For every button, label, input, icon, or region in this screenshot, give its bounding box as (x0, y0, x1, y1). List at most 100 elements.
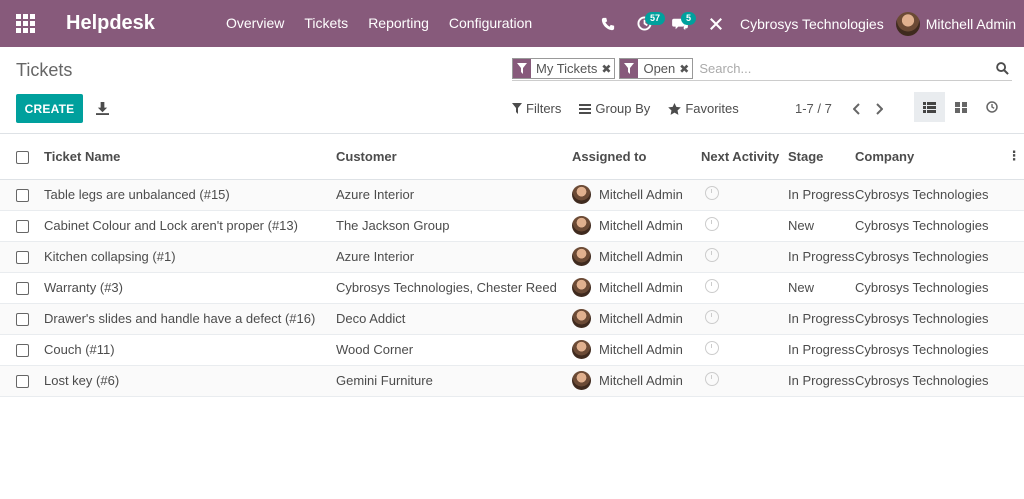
assigned-cell[interactable]: Mitchell Admin (572, 210, 701, 242)
activity-clock-icon[interactable] (705, 341, 719, 355)
search-input[interactable] (697, 58, 992, 79)
menu-item-configuration[interactable]: Configuration (439, 0, 542, 47)
filters-dropdown[interactable]: Filters (512, 101, 561, 116)
stage[interactable]: In Progress (788, 365, 855, 397)
column-ticket-name[interactable]: Ticket Name (44, 134, 336, 180)
customer[interactable]: Cybrosys Technologies, Chester Reed (336, 272, 572, 304)
chevron-right-icon[interactable] (868, 102, 890, 115)
company-switcher[interactable]: Cybrosys Technologies (734, 16, 896, 32)
column-customer[interactable]: Customer (336, 134, 572, 180)
customer[interactable]: Azure Interior (336, 241, 572, 273)
stage[interactable]: In Progress (788, 241, 855, 273)
optional-columns-icon[interactable]: ⋮ (1004, 134, 1024, 180)
stage[interactable]: In Progress (788, 303, 855, 335)
app-title[interactable]: Helpdesk (66, 12, 216, 35)
column-company[interactable]: Company (855, 134, 1004, 180)
phone-icon[interactable] (590, 0, 626, 47)
favorites-dropdown[interactable]: Favorites (668, 101, 739, 116)
menu-item-reporting[interactable]: Reporting (358, 0, 439, 47)
stage[interactable]: New (788, 210, 855, 242)
table-row[interactable]: Cabinet Colour and Lock aren't proper (#… (0, 210, 1024, 242)
download-icon[interactable] (94, 99, 110, 117)
ticket-name[interactable]: Drawer's slides and handle have a defect… (44, 303, 336, 335)
activity-view-icon[interactable] (976, 92, 1007, 122)
customer[interactable]: Azure Interior (336, 179, 572, 211)
facet-value: My Tickets (536, 61, 598, 76)
groupby-dropdown[interactable]: Group By (579, 101, 650, 116)
company[interactable]: Cybrosys Technologies (855, 365, 1004, 397)
pager-value[interactable]: 1-7 / 7 (795, 101, 832, 116)
assigned-cell[interactable]: Mitchell Admin (572, 365, 701, 397)
ticket-name[interactable]: Kitchen collapsing (#1) (44, 241, 336, 273)
assigned-cell[interactable]: Mitchell Admin (572, 272, 701, 304)
column-stage[interactable]: Stage (788, 134, 855, 180)
remove-facet-icon[interactable]: ✖ (679, 62, 692, 76)
ticket-name[interactable]: Lost key (#6) (44, 365, 336, 397)
assignee-name: Mitchell Admin (599, 342, 683, 357)
customer[interactable]: Deco Addict (336, 303, 572, 335)
table-row[interactable]: Lost key (#6) Gemini Furniture Mitchell Ad… (0, 365, 1024, 397)
table-row[interactable]: Warranty (#3) Cybrosys Technologies, Ches… (0, 272, 1024, 304)
activity-clock-icon[interactable] (705, 279, 719, 293)
search-icon[interactable] (992, 59, 1012, 79)
table-row[interactable]: Kitchen collapsing (#1) Azure Interior Mit… (0, 241, 1024, 273)
assigned-cell[interactable]: Mitchell Admin (572, 241, 701, 273)
row-checkbox[interactable] (16, 220, 29, 234)
row-checkbox[interactable] (16, 375, 29, 389)
ticket-name[interactable]: Cabinet Colour and Lock aren't proper (#… (44, 210, 336, 242)
company[interactable]: Cybrosys Technologies (855, 210, 1004, 242)
apps-menu-button[interactable] (0, 0, 50, 47)
remove-facet-icon[interactable]: ✖ (601, 62, 614, 76)
ticket-name[interactable]: Couch (#11) (44, 334, 336, 366)
row-spacer (1004, 334, 1024, 366)
row-spacer (1004, 303, 1024, 335)
company[interactable]: Cybrosys Technologies (855, 272, 1004, 304)
menu-item-tickets[interactable]: Tickets (294, 0, 358, 47)
messages-icon[interactable]: 5 (662, 0, 698, 47)
activity-clock-icon[interactable] (705, 186, 719, 200)
ticket-name[interactable]: Warranty (#3) (44, 272, 336, 304)
stage[interactable]: In Progress (788, 179, 855, 211)
row-select-cell (0, 210, 44, 242)
stage[interactable]: In Progress (788, 334, 855, 366)
row-checkbox[interactable] (16, 251, 29, 265)
table-row[interactable]: Table legs are unbalanced (#15) Azure Int… (0, 179, 1024, 211)
company[interactable]: Cybrosys Technologies (855, 303, 1004, 335)
chevron-left-icon[interactable] (846, 102, 868, 115)
activity-clock-icon[interactable] (705, 372, 719, 386)
debug-tools-icon[interactable] (698, 0, 734, 47)
stage[interactable]: New (788, 272, 855, 304)
select-all-checkbox[interactable] (16, 150, 29, 164)
assigned-cell[interactable]: Mitchell Admin (572, 303, 701, 335)
tickets-table: Ticket Name Customer Assigned to Next Ac… (0, 134, 1024, 397)
user-menu[interactable]: Mitchell Admin (895, 11, 1024, 36)
row-checkbox[interactable] (16, 189, 29, 203)
column-next-activity[interactable]: Next Activity (701, 134, 788, 180)
company[interactable]: Cybrosys Technologies (855, 334, 1004, 366)
customer[interactable]: Wood Corner (336, 334, 572, 366)
kanban-view-icon[interactable] (945, 92, 976, 122)
activity-clock-icon[interactable] (705, 310, 719, 324)
assigned-cell[interactable]: Mitchell Admin (572, 179, 701, 211)
table-row[interactable]: Couch (#11) Wood Corner Mitchell Admin In P… (0, 334, 1024, 366)
row-spacer (1004, 179, 1024, 211)
list-view-icon[interactable] (914, 92, 945, 122)
menu-item-overview[interactable]: Overview (216, 0, 294, 47)
row-checkbox[interactable] (16, 344, 29, 358)
activity-clock-icon[interactable]: 57 (626, 0, 666, 47)
customer[interactable]: Gemini Furniture (336, 365, 572, 397)
row-checkbox[interactable] (16, 282, 29, 296)
activity-clock-icon[interactable] (705, 217, 719, 231)
star-icon (668, 102, 682, 115)
customer[interactable]: The Jackson Group (336, 210, 572, 242)
column-assigned-to[interactable]: Assigned to (572, 134, 701, 180)
company[interactable]: Cybrosys Technologies (855, 241, 1004, 273)
activity-clock-icon[interactable] (705, 248, 719, 262)
table-row[interactable]: Drawer's slides and handle have a defect… (0, 303, 1024, 335)
row-spacer (1004, 272, 1024, 304)
create-button[interactable]: CREATE (16, 94, 83, 123)
company[interactable]: Cybrosys Technologies (855, 179, 1004, 211)
assigned-cell[interactable]: Mitchell Admin (572, 334, 701, 366)
ticket-name[interactable]: Table legs are unbalanced (#15) (44, 179, 336, 211)
row-checkbox[interactable] (16, 313, 29, 327)
